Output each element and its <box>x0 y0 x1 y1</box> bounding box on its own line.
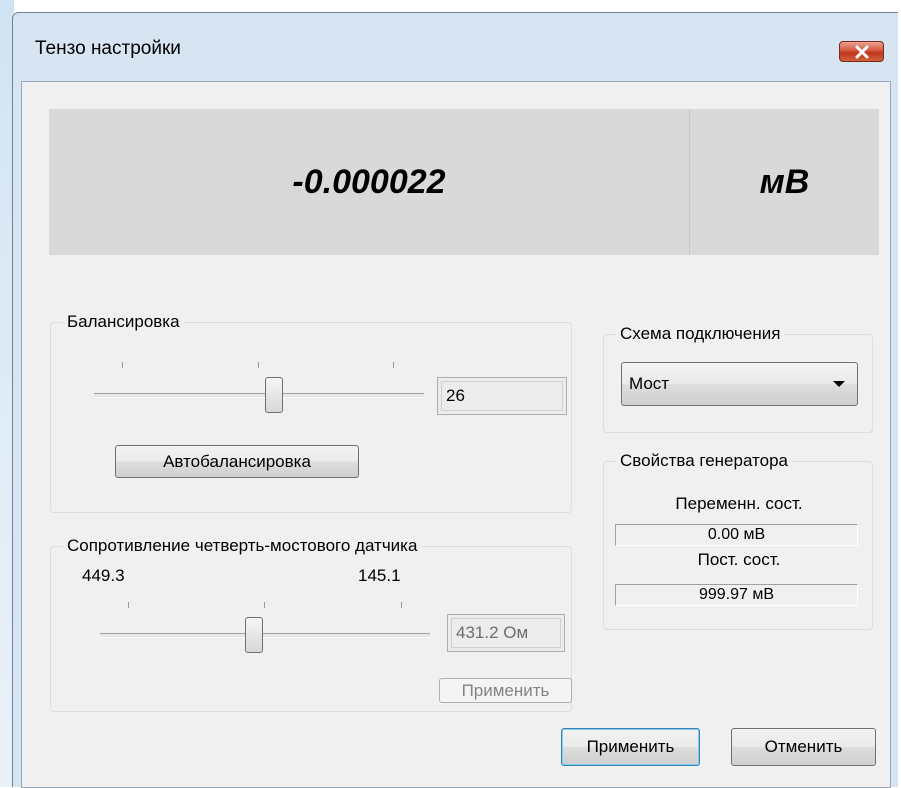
balance-slider-thumb[interactable] <box>265 377 283 413</box>
close-button[interactable] <box>839 41 884 62</box>
window-title: Тензо настройки <box>35 38 181 59</box>
resistance-max-label: 145.1 <box>358 566 401 585</box>
measurement-display: -0.000022 мВ <box>49 109 879 255</box>
resistance-apply-button[interactable]: Применить <box>439 678 572 703</box>
chevron-down-icon <box>833 381 845 387</box>
balance-slider-track[interactable] <box>94 393 424 398</box>
title-bar[interactable]: Тензо настройки <box>13 13 898 81</box>
resistance-slider-thumb[interactable] <box>245 617 263 653</box>
ac-state-label: Переменн. сост. <box>675 494 803 513</box>
balance-group: Балансировка 26 Автобалансировка <box>50 312 572 513</box>
resistance-min-label: 449.3 <box>82 566 125 585</box>
apply-button[interactable]: Применить <box>561 728 700 766</box>
dc-state-value: 999.97 мВ <box>615 584 858 606</box>
slider-tick <box>258 362 259 368</box>
close-icon <box>855 45 868 58</box>
ac-state-value: 0.00 мВ <box>615 524 858 546</box>
connection-scheme-select[interactable]: Мост <box>621 362 858 406</box>
slider-tick <box>393 362 394 368</box>
dc-state-label: Пост. сост. <box>697 550 781 569</box>
cancel-button[interactable]: Отменить <box>731 728 876 766</box>
slider-tick <box>264 602 265 608</box>
resistance-slider-track[interactable] <box>100 633 430 638</box>
slider-tick <box>122 362 123 368</box>
measurement-unit: мВ <box>759 162 810 201</box>
dialog-window: Тензо настройки -0.000022 мВ Балансировк… <box>12 12 898 788</box>
connection-legend: Схема подключения <box>616 324 785 344</box>
slider-tick <box>401 602 402 608</box>
generator-legend: Свойства генератора <box>616 451 792 471</box>
balance-value-field[interactable]: 26 <box>437 377 567 415</box>
measurement-value: -0.000022 <box>292 162 446 201</box>
balance-legend: Балансировка <box>63 312 184 332</box>
resistance-legend: Сопротивление четверть-мостового датчика <box>63 536 422 556</box>
resistance-group: Сопротивление четверть-мостового датчика… <box>50 536 572 712</box>
connection-group: Схема подключения Мост <box>603 324 873 433</box>
dialog-client-area: -0.000022 мВ Балансировка 26 Автобаланси… <box>21 81 891 788</box>
connection-scheme-value: Мост <box>629 374 670 393</box>
slider-tick <box>128 602 129 608</box>
generator-group: Свойства генератора Переменн. сост. 0.00… <box>603 451 873 630</box>
autobalance-button[interactable]: Автобалансировка <box>115 445 359 478</box>
resistance-value-field[interactable]: 431.2 Ом <box>447 614 565 652</box>
